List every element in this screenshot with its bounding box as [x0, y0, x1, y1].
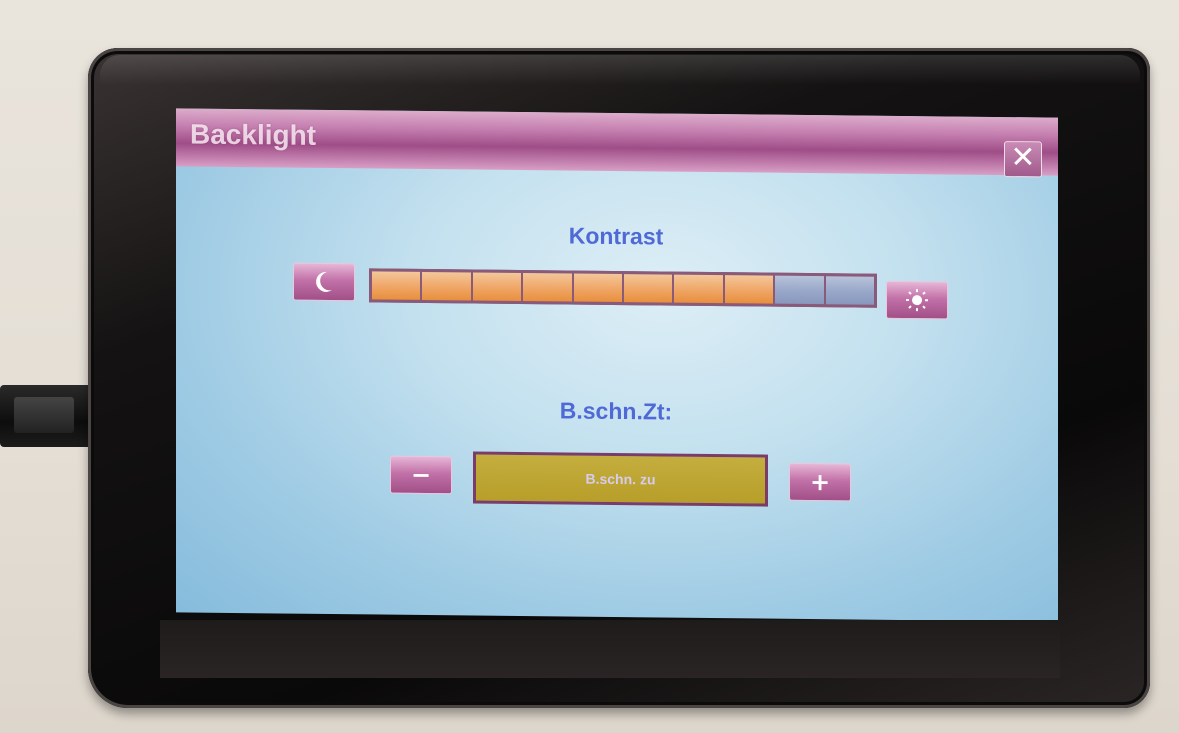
- contrast-segment[interactable]: [624, 274, 673, 303]
- bezel-bottom: [160, 620, 1060, 678]
- contrast-segment[interactable]: [825, 276, 875, 305]
- close-button[interactable]: ✕: [1004, 140, 1042, 178]
- contrast-label: Kontrast: [568, 222, 664, 250]
- plus-icon: +: [809, 468, 831, 497]
- bezel-highlight: [100, 55, 1140, 85]
- title-bar: Backlight ✕: [176, 108, 1058, 178]
- window-title: Backlight: [190, 118, 317, 151]
- contrast-segment[interactable]: [724, 275, 774, 304]
- timer-decrease-button[interactable]: −: [390, 455, 452, 495]
- timer-increase-button[interactable]: +: [789, 462, 851, 502]
- contrast-segment[interactable]: [573, 273, 623, 303]
- contrast-segment[interactable]: [674, 274, 723, 304]
- timer-label: B.schn.Zt:: [559, 397, 673, 425]
- contrast-segment[interactable]: [523, 273, 572, 302]
- moon-icon: [316, 271, 332, 292]
- minus-icon: −: [410, 460, 432, 490]
- contrast-segment[interactable]: [372, 271, 421, 300]
- contrast-increase-button[interactable]: [886, 280, 948, 320]
- usb-cable: [0, 385, 95, 447]
- contrast-segment[interactable]: [422, 271, 471, 301]
- sun-icon: [906, 289, 928, 312]
- contrast-decrease-button[interactable]: [293, 262, 355, 302]
- usb-plug: [14, 397, 74, 433]
- contrast-segment[interactable]: [472, 272, 522, 301]
- timer-value-display: B.schn. zu: [473, 451, 768, 507]
- contrast-segment[interactable]: [775, 275, 824, 305]
- close-icon: ✕: [1010, 140, 1036, 176]
- device-screen: Backlight ✕ Kontrast B.schn.Zt: − B.schn…: [176, 108, 1058, 622]
- contrast-slider[interactable]: [369, 268, 877, 308]
